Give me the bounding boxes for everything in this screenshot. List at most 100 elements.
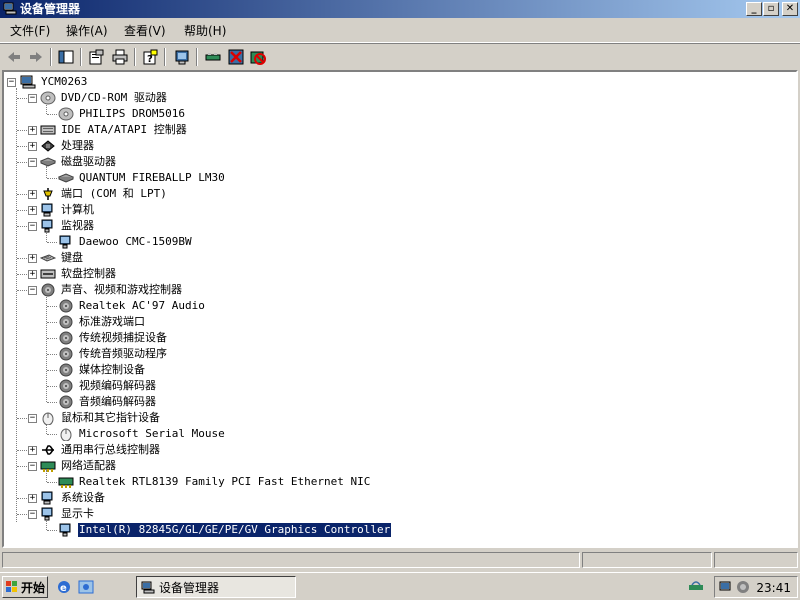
tree-item-label: 声音、视频和游戏控制器 <box>61 283 182 296</box>
minimize-button[interactable]: _ <box>746 2 762 16</box>
disable-icon[interactable] <box>248 47 268 67</box>
tree-item-label: Realtek RTL8139 Family PCI Fast Ethernet… <box>79 475 371 488</box>
toolbar-separator <box>134 48 136 66</box>
update-driver-icon[interactable] <box>204 47 224 67</box>
menu-file[interactable]: 文件(F) <box>10 24 50 38</box>
tree-device[interactable]: 标准游戏端口 <box>58 314 146 330</box>
tree-item-label: 监视器 <box>61 219 94 232</box>
tree-device[interactable]: 音频编码解码器 <box>58 394 157 410</box>
tree-expander[interactable]: + <box>28 446 37 455</box>
tree-device[interactable]: 传统音频驱动程序 <box>58 346 168 362</box>
tree-expander[interactable]: + <box>28 126 37 135</box>
root-expander[interactable]: − <box>7 78 16 87</box>
window-title: 设备管理器 <box>20 2 81 16</box>
tree-device[interactable]: PHILIPS DROM5016 <box>58 106 186 122</box>
network-tray-icon[interactable] <box>688 579 706 596</box>
tree-expander[interactable]: − <box>28 462 37 471</box>
tree-device[interactable]: 媒体控制设备 <box>58 362 146 378</box>
status-pane-main <box>2 552 580 568</box>
start-button[interactable]: 开始 <box>2 576 48 598</box>
show-hide-tree-icon[interactable] <box>56 47 76 67</box>
tree-category[interactable]: 软盘控制器 <box>40 266 117 282</box>
device-tree-panel[interactable]: − YCM0263 − DVD/CD-ROM 驱动器 PHILIPS DROM501… <box>2 70 798 548</box>
tree-expander[interactable]: − <box>28 414 37 423</box>
tree-item-label: DVD/CD-ROM 驱动器 <box>61 91 167 104</box>
tree-category[interactable]: 磁盘驱动器 <box>39 154 117 170</box>
tree-device[interactable]: Realtek RTL8139 Family PCI Fast Ethernet… <box>58 474 371 490</box>
tree-connector <box>47 530 57 531</box>
tree-category[interactable]: 显示卡 <box>40 506 95 522</box>
monitor-icon <box>58 235 74 249</box>
sound-icon <box>58 331 74 345</box>
toolbar: ? <box>0 44 800 70</box>
tree-category[interactable]: 端口 (COM 和 LPT) <box>40 186 168 202</box>
menu-view[interactable]: 查看(V) <box>124 24 166 38</box>
tree-category[interactable]: 通用串行总线控制器 <box>40 442 161 458</box>
tree-category[interactable]: 键盘 <box>39 250 84 266</box>
tree-expander[interactable]: − <box>28 222 37 231</box>
tree-root[interactable]: YCM0263 <box>20 74 88 90</box>
system-tray: 23:41 <box>714 576 798 598</box>
tree-expander[interactable]: − <box>28 510 37 519</box>
forward-icon[interactable] <box>26 47 46 67</box>
uninstall-icon[interactable] <box>226 47 246 67</box>
tree-device[interactable]: Realtek AC'97 Audio <box>58 298 206 314</box>
tree-category[interactable]: 网络适配器 <box>40 458 117 474</box>
tree-expander[interactable]: + <box>28 142 37 151</box>
tree-category[interactable]: IDE ATA/ATAPI 控制器 <box>40 122 188 138</box>
properties-icon[interactable] <box>86 47 106 67</box>
tree-connector <box>47 386 57 387</box>
tree-device[interactable]: Microsoft Serial Mouse <box>58 426 226 442</box>
tree-category[interactable]: DVD/CD-ROM 驱动器 <box>40 90 168 106</box>
tree-device[interactable]: Intel(R) 82845G/GL/GE/PE/GV Graphics Con… <box>58 522 393 538</box>
volume-tray-icon[interactable] <box>735 579 751 598</box>
tree-device[interactable]: QUANTUM FIREBALLP LM30 <box>57 170 226 186</box>
toolbar-separator <box>50 48 52 66</box>
title-bar[interactable]: 设备管理器 _ ▫ ✕ <box>0 0 800 18</box>
tree-expander[interactable]: + <box>28 270 37 279</box>
sound-icon <box>58 347 74 361</box>
tree-item-label: 软盘控制器 <box>61 267 116 280</box>
tree-item-label: 端口 (COM 和 LPT) <box>61 187 167 200</box>
device-manager-icon <box>141 581 155 593</box>
back-icon[interactable] <box>4 47 24 67</box>
menu-help[interactable]: 帮助(H) <box>184 24 226 38</box>
tree-item-label: 显示卡 <box>61 507 94 520</box>
tree-expander[interactable]: + <box>28 190 37 199</box>
tree-device[interactable]: Daewoo CMC-1509BW <box>58 234 193 250</box>
tree-expander[interactable]: + <box>28 206 37 215</box>
tree-category[interactable]: 系统设备 <box>40 490 106 506</box>
tree-category[interactable]: 监视器 <box>40 218 95 234</box>
sound-icon <box>58 299 74 313</box>
tree-item-label: QUANTUM FIREBALLP LM30 <box>79 171 225 184</box>
tree-expander[interactable]: − <box>28 94 37 103</box>
tree-category[interactable]: 处理器 <box>40 138 95 154</box>
tree-expander[interactable]: + <box>28 254 37 263</box>
display-tray-icon[interactable] <box>719 579 735 598</box>
close-button[interactable]: ✕ <box>782 2 798 16</box>
tree-category[interactable]: 计算机 <box>40 202 95 218</box>
tree-device[interactable]: 传统视频捕捉设备 <box>58 330 168 346</box>
show-desktop-icon[interactable] <box>78 579 94 598</box>
tree-item-label: 标准游戏端口 <box>79 315 145 328</box>
restore-button[interactable]: ▫ <box>763 2 779 16</box>
status-pane-2 <box>582 552 712 568</box>
floppy-controller-icon <box>40 267 56 281</box>
tree-device[interactable]: 视频编码解码器 <box>58 378 157 394</box>
tree-item-label: 计算机 <box>61 203 94 216</box>
sound-icon <box>40 283 56 297</box>
tree-category[interactable]: 鼠标和其它指针设备 <box>40 410 161 426</box>
menu-action[interactable]: 操作(A) <box>66 24 108 38</box>
help-icon[interactable]: ? <box>140 47 160 67</box>
tree-category[interactable]: 声音、视频和游戏控制器 <box>40 282 183 298</box>
ide-controller-icon <box>40 123 56 137</box>
tree-expander[interactable]: + <box>28 494 37 503</box>
tree-connector <box>47 434 57 435</box>
tree-expander[interactable]: − <box>28 158 37 167</box>
tree-expander[interactable]: − <box>28 286 37 295</box>
status-pane-3 <box>714 552 798 568</box>
task-device-manager[interactable]: 设备管理器 <box>136 576 296 598</box>
scan-hardware-icon[interactable] <box>172 47 192 67</box>
print-icon[interactable] <box>110 47 130 67</box>
ie-quicklaunch-icon[interactable]: e <box>56 579 72 598</box>
